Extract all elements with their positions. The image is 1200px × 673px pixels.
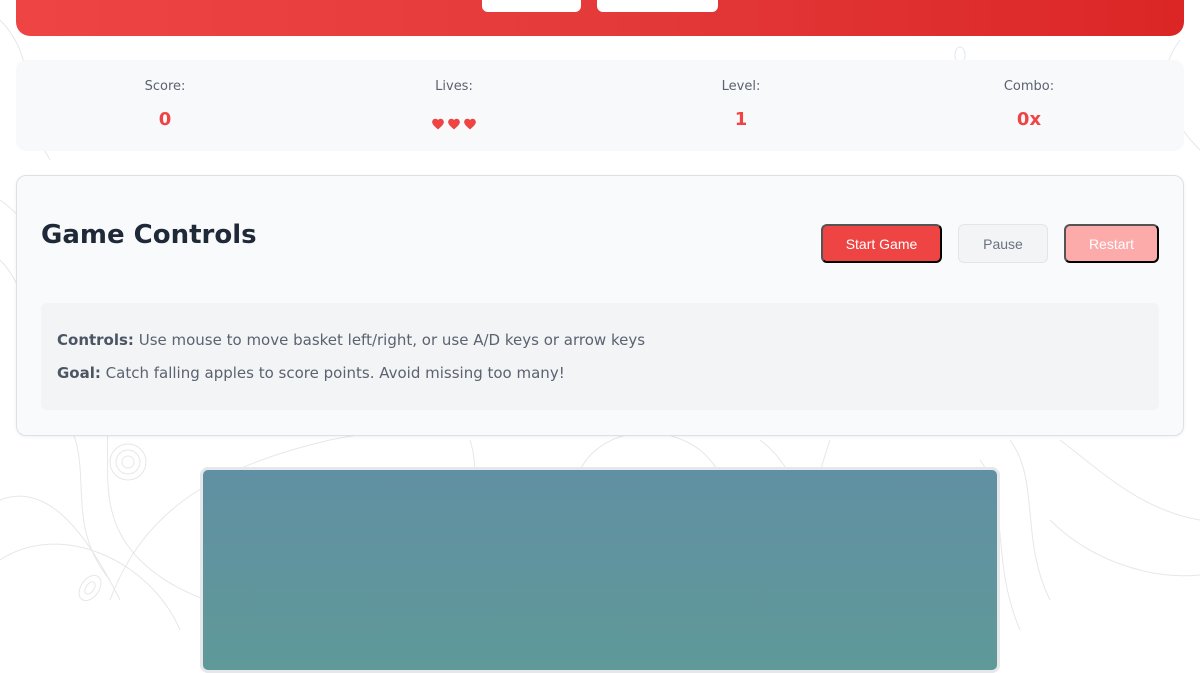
score-value: 0 [158,109,172,130]
controls-text: Use mouse to move basket left/right, or … [138,331,646,349]
game-controls-panel: Game Controls Start Game Pause Restart C… [16,175,1184,436]
stats-panel: Score: 0 Lives: Level: 1 Combo: 0x [16,60,1184,151]
combo-label: Combo: [1003,79,1055,94]
controls-heading: Controls: [57,331,134,349]
pause-button[interactable]: Pause [958,224,1048,263]
goal-text: Catch falling apples to score points. Av… [105,364,565,382]
header-button[interactable] [482,0,581,12]
start-game-button[interactable]: Start Game [821,224,942,263]
level-value: 1 [734,109,748,130]
score-label: Score: [144,79,186,94]
lives-hearts [354,113,554,132]
goal-instruction: Goal: Catch falling apples to score poin… [57,364,565,382]
restart-button[interactable]: Restart [1064,224,1159,263]
level-label: Level: [721,79,761,94]
header-banner [16,0,1184,36]
game-canvas[interactable] [200,467,1000,673]
controls-instruction: Controls: Use mouse to move basket left/… [57,331,645,349]
combo-value: 0x [1016,109,1042,130]
heart-icon [464,118,476,129]
header-button[interactable] [597,0,718,12]
heart-icon [432,118,444,129]
lives-label: Lives: [435,79,473,94]
instructions-box: Controls: Use mouse to move basket left/… [41,303,1159,410]
heart-icon [448,118,460,129]
goal-heading: Goal: [57,364,101,382]
game-controls-title: Game Controls [41,220,257,250]
